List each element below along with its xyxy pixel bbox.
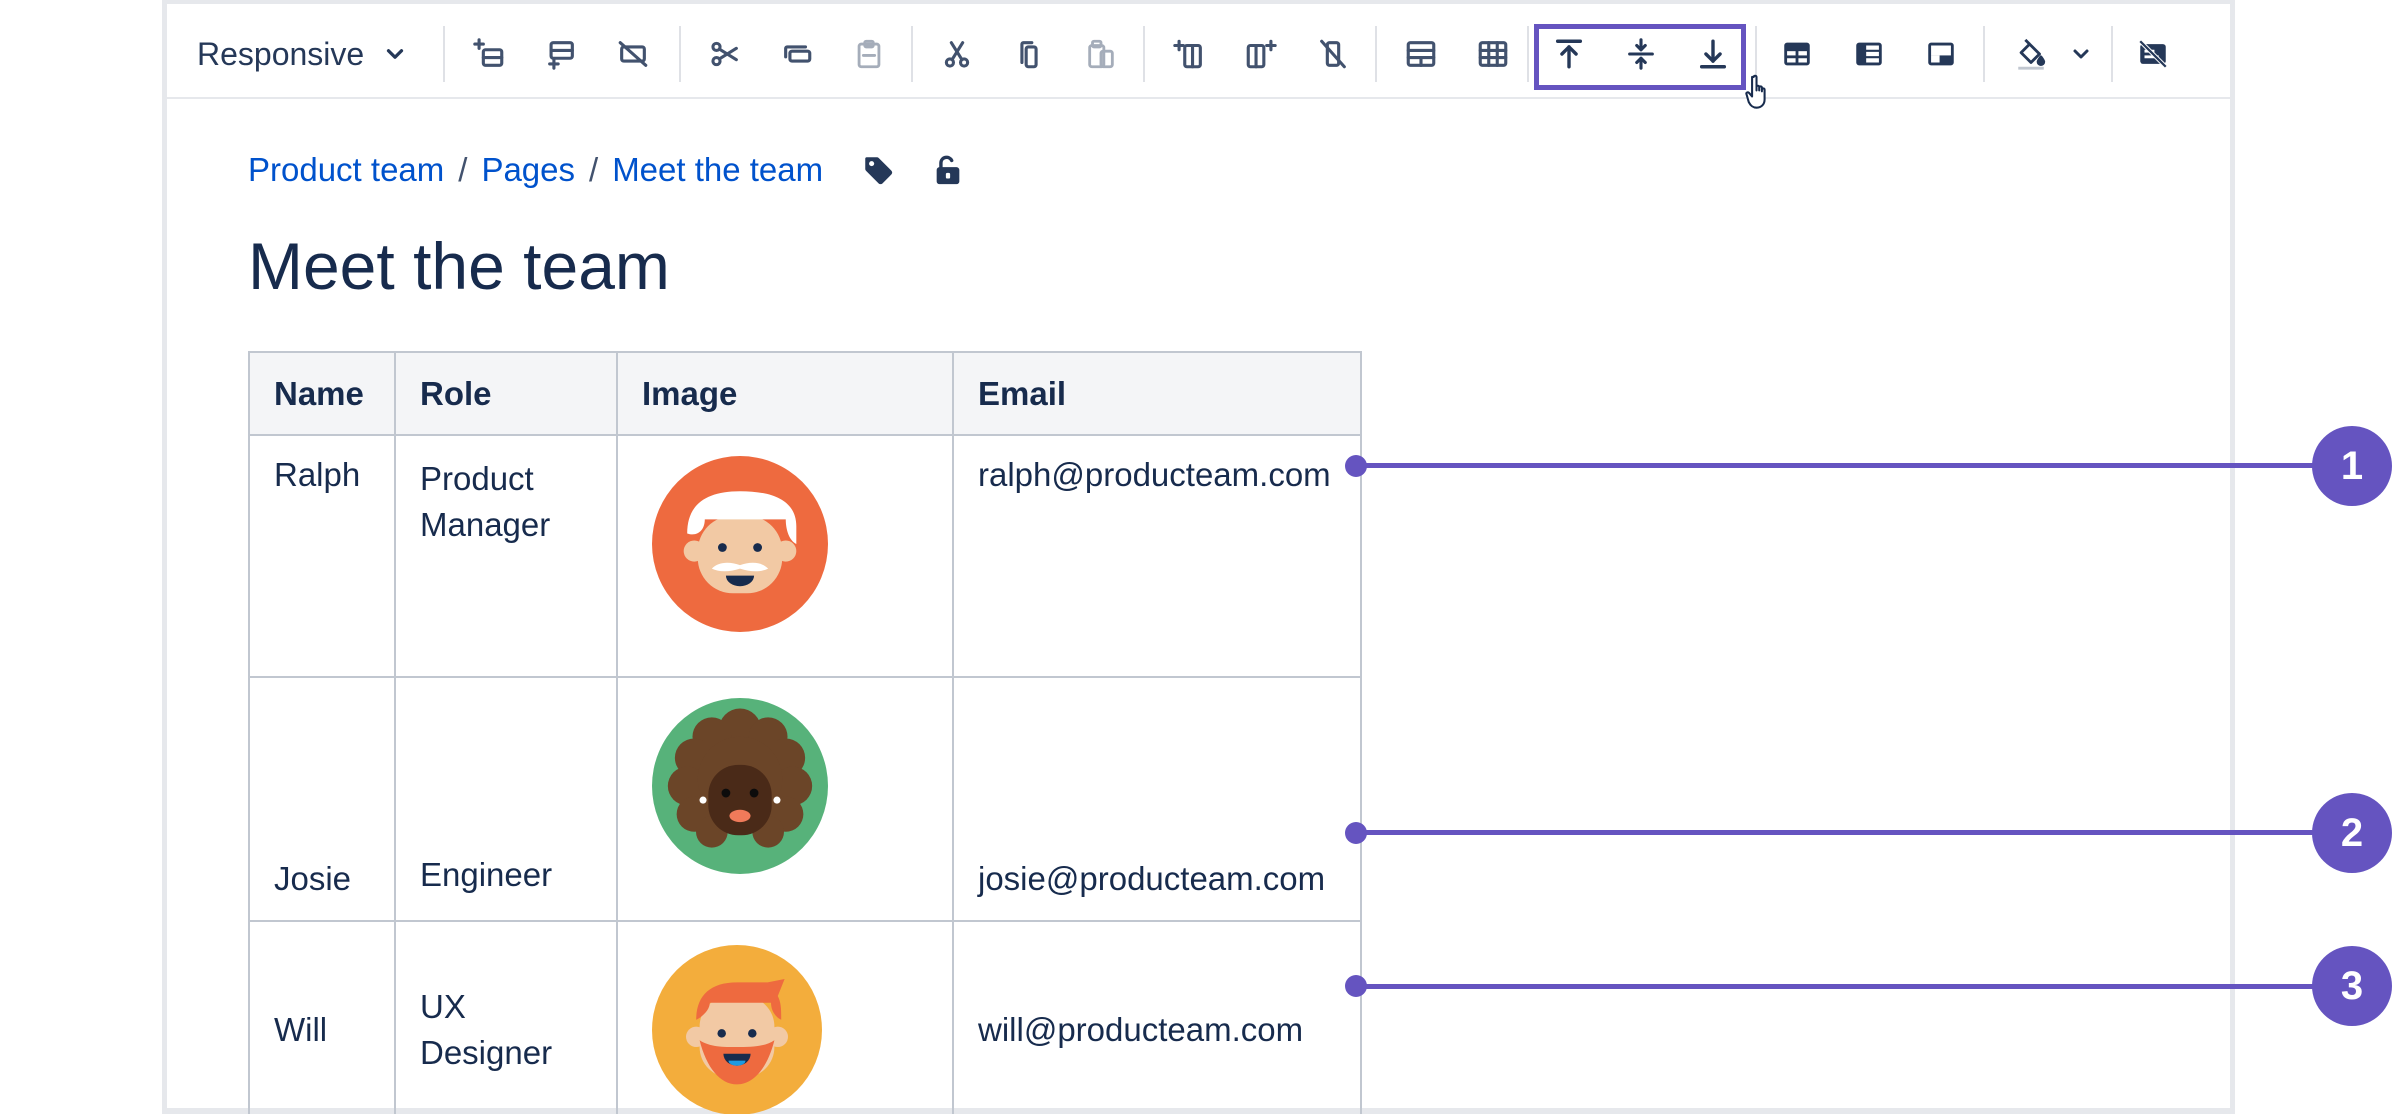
will-avatar-icon — [652, 945, 822, 1114]
table-layout-select-value: Responsive — [197, 35, 365, 72]
numbered-column-icon[interactable] — [1913, 26, 1969, 82]
toolbar-separator — [911, 26, 913, 82]
callout-badge-2: 2 — [2312, 793, 2392, 873]
toolbar-separator — [1983, 26, 1985, 82]
toolbar-separator — [679, 26, 681, 82]
ralph-avatar-icon — [652, 456, 828, 632]
toolbar-separator — [443, 26, 445, 82]
breadcrumb-separator: / — [589, 151, 599, 188]
header-column-icon[interactable] — [1841, 26, 1897, 82]
cell-color-chevron-down-icon[interactable] — [2061, 26, 2101, 82]
toolbar-separator — [1375, 26, 1377, 82]
role-line: UX — [420, 988, 466, 1025]
cut-column-icon[interactable] — [929, 26, 985, 82]
role-line: Designer — [420, 1034, 553, 1071]
cell-name[interactable]: Josie — [248, 676, 396, 922]
breadcrumb: Product team / Pages / Meet the team — [248, 148, 965, 192]
insert-row-below-icon[interactable] — [533, 26, 589, 82]
table-row: Ralph Product Manager ralph@producteam.c… — [248, 434, 1362, 678]
table-toolbar: Responsive — [167, 0, 2230, 109]
team-table: Name Role Image Email Ralph Product Mana… — [248, 351, 1362, 1114]
copy-column-icon[interactable] — [1001, 26, 1057, 82]
callout-line — [1356, 984, 2316, 989]
breadcrumb-separator: / — [458, 151, 468, 188]
remove-table-formatting-icon[interactable] — [2125, 26, 2181, 82]
cell-image[interactable] — [616, 676, 954, 922]
split-cells-icon[interactable] — [1465, 26, 1521, 82]
header-name[interactable]: Name — [248, 351, 396, 436]
header-email[interactable]: Email — [952, 351, 1362, 436]
paste-row-icon[interactable] — [841, 26, 897, 82]
table-header-row: Name Role Image Email — [248, 351, 1362, 436]
chevron-down-icon — [382, 41, 408, 67]
label-tag-icon[interactable] — [861, 153, 895, 187]
cell-image[interactable] — [616, 434, 954, 678]
paste-column-icon[interactable] — [1073, 26, 1129, 82]
josie-avatar-icon — [652, 698, 828, 874]
cell-email[interactable]: ralph@producteam.com — [952, 434, 1362, 678]
align-bottom-icon[interactable] — [1685, 26, 1741, 82]
callout-badge-3: 3 — [2312, 946, 2392, 1026]
delete-column-icon[interactable] — [1305, 26, 1361, 82]
toolbar-separator — [1527, 26, 1529, 82]
breadcrumb-item-pages[interactable]: Pages — [481, 151, 575, 189]
breadcrumb-item-product-team[interactable]: Product team — [248, 151, 444, 189]
cell-name[interactable]: Ralph — [248, 434, 396, 678]
callout-line — [1356, 463, 2316, 468]
delete-row-icon[interactable] — [605, 26, 661, 82]
insert-row-above-icon[interactable] — [461, 26, 517, 82]
unlock-icon[interactable] — [931, 153, 965, 187]
header-row-icon[interactable] — [1769, 26, 1825, 82]
align-middle-icon[interactable] — [1613, 26, 1669, 82]
breadcrumb-item-meet-the-team[interactable]: Meet the team — [612, 151, 823, 189]
cell-email[interactable]: will@producteam.com — [952, 920, 1362, 1114]
table-row: Will UX Designer will@producteam.com — [248, 920, 1362, 1114]
table-row: Josie Engineer josie@producteam.com — [248, 676, 1362, 922]
header-image[interactable]: Image — [616, 351, 954, 436]
role-line: Engineer — [420, 856, 553, 893]
cell-role[interactable]: Product Manager — [394, 434, 618, 678]
callout-badge-1: 1 — [2312, 426, 2392, 506]
cell-image[interactable] — [616, 920, 954, 1114]
cell-name[interactable]: Will — [248, 920, 396, 1114]
role-line: Product — [420, 460, 534, 497]
cell-role[interactable]: Engineer — [394, 676, 618, 922]
header-role[interactable]: Role — [394, 351, 618, 436]
screenshot-stage: Responsive Product team / Pages / Meet t… — [0, 0, 2400, 1114]
insert-column-before-icon[interactable] — [1161, 26, 1217, 82]
copy-row-icon[interactable] — [769, 26, 825, 82]
page-title: Meet the team — [248, 229, 670, 303]
role-line: Manager — [420, 506, 551, 543]
cell-email[interactable]: josie@producteam.com — [952, 676, 1362, 922]
align-top-icon[interactable] — [1541, 26, 1597, 82]
insert-column-after-icon[interactable] — [1233, 26, 1289, 82]
cut-row-icon[interactable] — [697, 26, 753, 82]
callout-line — [1356, 830, 2316, 835]
merge-cells-icon[interactable] — [1393, 26, 1449, 82]
cell-background-color-icon[interactable] — [2003, 26, 2059, 82]
cell-role[interactable]: UX Designer — [394, 920, 618, 1114]
hand-cursor-icon — [1744, 73, 1776, 111]
toolbar-separator — [2111, 26, 2113, 82]
table-layout-select[interactable]: Responsive — [197, 26, 408, 82]
toolbar-separator — [1143, 26, 1145, 82]
